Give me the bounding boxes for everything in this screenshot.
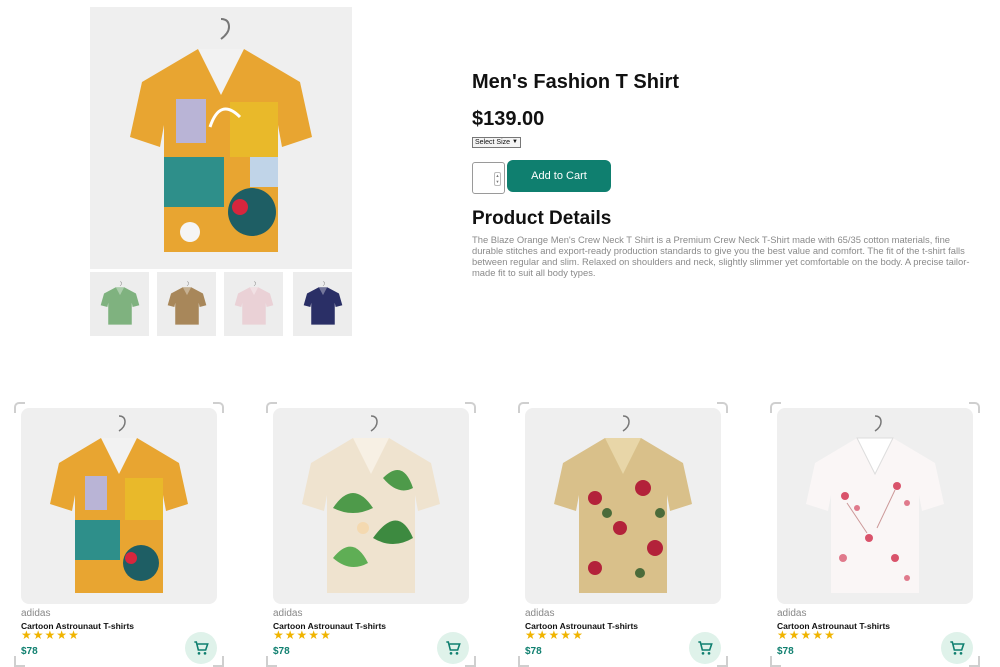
chevron-down-icon: ▼ [512, 139, 518, 145]
shopping-cart-icon [446, 641, 461, 655]
thumbnail-3[interactable] [224, 272, 283, 336]
card-brand: adidas [273, 608, 303, 619]
product-card[interactable]: adidas Cartoon Astrounaut T-shirts ★★★★★… [770, 402, 980, 667]
star-icon: ★ [800, 628, 813, 642]
star-icon: ★ [812, 628, 825, 642]
star-icon: ★ [21, 628, 33, 642]
details-heading: Product Details [472, 208, 612, 229]
star-icon: ★ [44, 628, 57, 642]
star-icon: ★ [560, 628, 573, 642]
add-to-cart-icon-button[interactable] [941, 632, 973, 664]
card-brand: adidas [21, 608, 51, 619]
star-icon: ★ [68, 628, 80, 642]
add-to-cart-button[interactable]: Add to Cart [507, 160, 611, 192]
thumbnail-4[interactable] [293, 272, 352, 336]
star-rating: ★★★★★ [525, 628, 584, 642]
product-price: $139.00 [472, 108, 545, 130]
star-icon: ★ [273, 628, 285, 642]
thumbnail-2[interactable] [157, 272, 216, 336]
add-to-cart-icon-button[interactable] [185, 632, 217, 664]
main-product-image [90, 7, 352, 269]
product-card-image [21, 408, 217, 604]
star-icon: ★ [320, 628, 332, 642]
add-to-cart-icon-button[interactable] [689, 632, 721, 664]
shopping-cart-icon [194, 641, 209, 655]
shopping-cart-icon [950, 641, 965, 655]
product-title: Men's Fashion T Shirt [472, 71, 679, 93]
card-price: $78 [21, 646, 38, 657]
star-icon: ★ [308, 628, 321, 642]
add-to-cart-icon-button[interactable] [437, 632, 469, 664]
product-card[interactable]: adidas Cartoon Astrounaut T-shirts ★★★★★… [518, 402, 728, 667]
card-brand: adidas [525, 608, 555, 619]
product-card-image [525, 408, 721, 604]
star-icon: ★ [548, 628, 561, 642]
thumbnail-strip [90, 272, 352, 336]
card-brand: adidas [777, 608, 807, 619]
star-rating: ★★★★★ [273, 628, 332, 642]
details-text: The Blaze Orange Men's Crew Neck T Shirt… [472, 234, 970, 278]
size-select-label: Select Size [475, 139, 511, 146]
star-icon: ★ [777, 628, 789, 642]
thumbnail-1[interactable] [90, 272, 149, 336]
cart-row: ▲ ▼ Add to Cart [472, 160, 972, 194]
star-icon: ★ [296, 628, 309, 642]
product-card[interactable]: adidas Cartoon Astrounaut T-shirts ★★★★★… [14, 402, 224, 667]
star-icon: ★ [525, 628, 537, 642]
size-select[interactable]: Select Size ▼ [472, 137, 521, 148]
product-card[interactable]: adidas Cartoon Astrounaut T-shirts ★★★★★… [266, 402, 476, 667]
stepper-arrows-icon[interactable]: ▲ ▼ [494, 172, 501, 186]
star-icon: ★ [32, 628, 45, 642]
card-price: $78 [273, 646, 290, 657]
star-icon: ★ [824, 628, 836, 642]
product-card-image [777, 408, 973, 604]
product-card-image [273, 408, 469, 604]
star-icon: ★ [572, 628, 584, 642]
quantity-stepper[interactable]: ▲ ▼ [472, 162, 505, 194]
star-icon: ★ [788, 628, 801, 642]
card-price: $78 [777, 646, 794, 657]
star-icon: ★ [56, 628, 69, 642]
star-rating: ★★★★★ [777, 628, 836, 642]
card-price: $78 [525, 646, 542, 657]
star-icon: ★ [284, 628, 297, 642]
star-icon: ★ [536, 628, 549, 642]
shirt-image [130, 18, 312, 252]
shopping-cart-icon [698, 641, 713, 655]
product-info: Men's Fashion T Shirt $139.00 Select Siz… [472, 70, 972, 278]
star-rating: ★★★★★ [21, 628, 80, 642]
